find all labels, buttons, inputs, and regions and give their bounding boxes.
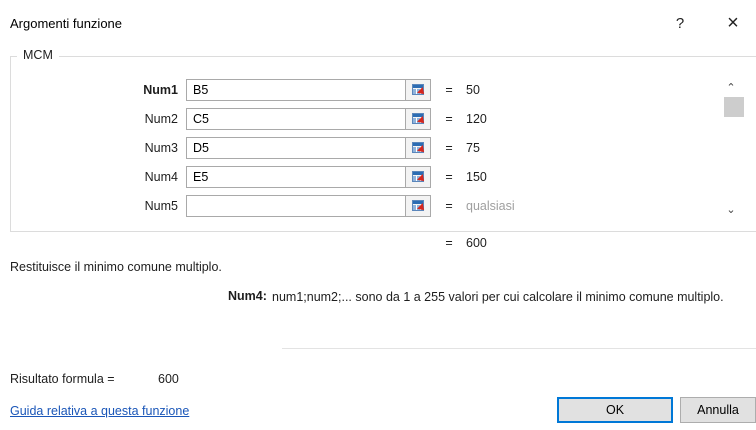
collapse-dialog-button-num5[interactable]: [405, 195, 431, 217]
separator: [282, 348, 756, 349]
help-button[interactable]: ?: [668, 12, 692, 36]
ok-button[interactable]: OK: [557, 397, 673, 423]
arg-result-num4: 150: [466, 170, 487, 184]
function-name: MCM: [17, 48, 59, 62]
collapse-dialog-button-num1[interactable]: [405, 79, 431, 101]
arg-result-num3: 75: [466, 141, 480, 155]
overall-result: 600: [466, 236, 487, 250]
arg-label-num4: Num4: [144, 170, 178, 184]
arg-input-num2[interactable]: [186, 108, 406, 130]
dialog-title: Argomenti funzione: [10, 16, 123, 31]
arg-input-num4[interactable]: [186, 166, 406, 188]
cancel-button[interactable]: Annulla: [680, 397, 756, 423]
arg-input-num5[interactable]: [186, 195, 406, 217]
equals-sign: =: [445, 236, 453, 250]
arg-label-num2: Num2: [144, 112, 178, 126]
equals-sign: =: [445, 141, 453, 155]
arg-help-label: Num4:: [228, 289, 267, 303]
arg-result-num5: qualsiasi: [466, 199, 515, 213]
chevron-down-icon[interactable]: ⌄: [722, 202, 740, 218]
arg-help-text: num1;num2;... sono da 1 a 255 valori per…: [272, 290, 724, 304]
collapse-dialog-button-num4[interactable]: [405, 166, 431, 188]
arg-label-num1: Num1: [143, 83, 178, 97]
equals-sign: =: [445, 83, 453, 97]
equals-sign: =: [445, 112, 453, 126]
formula-result-value: 600: [158, 372, 179, 386]
arg-input-num3[interactable]: [186, 137, 406, 159]
close-button[interactable]: ×: [720, 12, 746, 36]
function-description: Restituisce il minimo comune multiplo.: [10, 260, 222, 274]
collapse-dialog-button-num2[interactable]: [405, 108, 431, 130]
arg-result-num2: 120: [466, 112, 487, 126]
scrollbar-thumb[interactable]: [724, 97, 744, 117]
arg-result-num1: 50: [466, 83, 480, 97]
formula-result-label: Risultato formula =: [10, 372, 115, 386]
arg-label-num3: Num3: [144, 141, 178, 155]
equals-sign: =: [445, 170, 453, 184]
chevron-up-icon[interactable]: ⌃: [722, 80, 740, 96]
arg-input-num1[interactable]: [186, 79, 406, 101]
equals-sign: =: [445, 199, 453, 213]
arg-label-num5: Num5: [144, 199, 178, 213]
function-help-link[interactable]: Guida relativa a questa funzione: [10, 404, 189, 418]
collapse-dialog-button-num3[interactable]: [405, 137, 431, 159]
